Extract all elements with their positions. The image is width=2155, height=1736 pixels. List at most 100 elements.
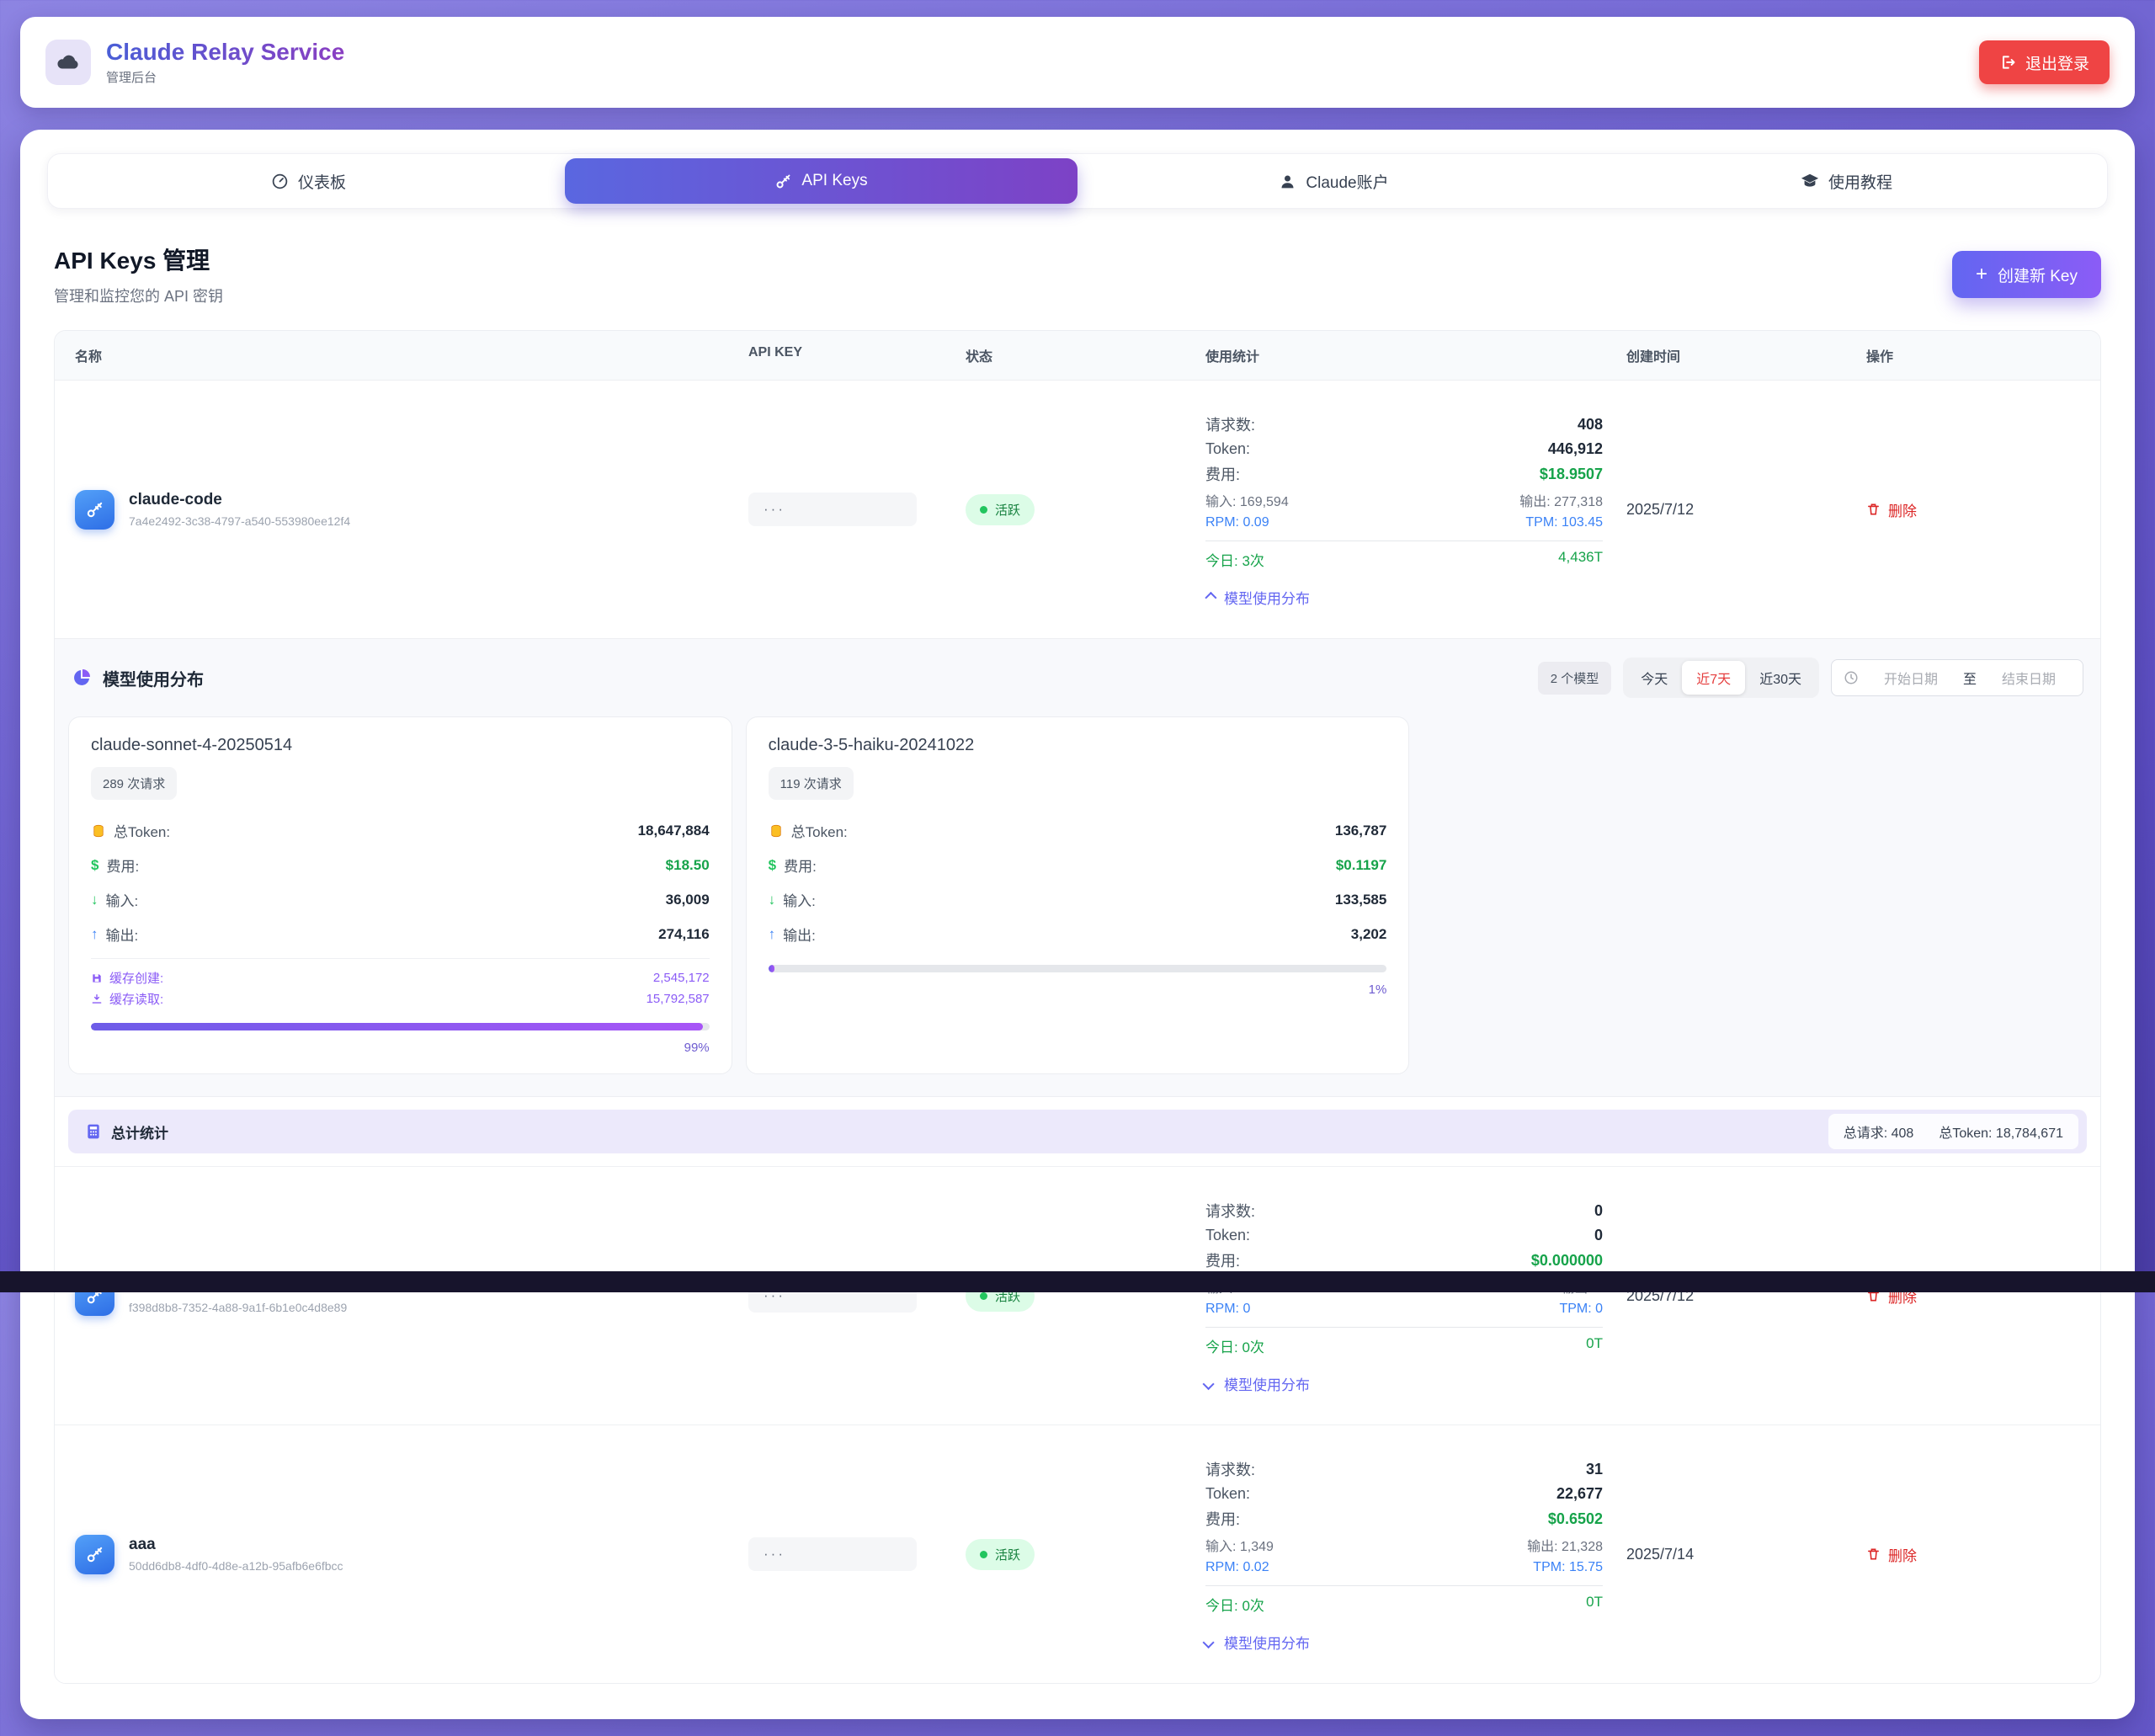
usage-stats: 请求数:0 Token:0 费用:$0.000000 输入: 0输出: 0 RP… [1205,1197,1603,1394]
gauge-icon [271,173,289,190]
toggle-model-distribution[interactable]: 模型使用分布 [1205,1632,1603,1653]
calculator-icon [85,1123,102,1140]
logout-button[interactable]: 退出登录 [1979,40,2110,84]
status-dot [980,506,987,514]
main-panel: 仪表板 API Keys Claude账户 使用教程 [20,130,2135,1719]
key-badge-icon [75,490,114,530]
arrow-up-icon: ↑ [91,926,98,943]
api-key-masked-field[interactable]: ··· [748,493,917,526]
key-name: aaa [129,1536,343,1554]
totals-bar: 总计统计 总请求: 408 总Token: 18,784,671 [68,1110,2087,1153]
key-name: claude-code [129,491,350,509]
arrow-down-icon: ↓ [91,892,98,908]
created-date: 2025/7/12 [1626,501,1866,519]
key-id: 50dd6db8-4df0-4d8e-a12b-95afb6e6fbcc [129,1559,343,1573]
col-header-status: 状态 [966,345,1205,365]
trash-icon [1866,1547,1881,1562]
total-tokens: 总Token: 18,784,671 [1939,1121,2063,1142]
date-filter-segmented: 今天 近7天 近30天 [1623,658,1819,698]
col-header-name: 名称 [75,345,748,365]
api-keys-table: 名称 API KEY 状态 使用统计 创建时间 操作 claude-code 7… [54,330,2101,1684]
usage-stats: 请求数:31 Token:22,677 费用:$0.6502 输入: 1,349… [1205,1456,1603,1653]
save-icon [91,972,103,984]
key-icon [774,173,792,190]
trash-icon [1866,502,1881,517]
logout-icon [1999,54,2016,71]
toggle-model-distribution[interactable]: 模型使用分布 [1205,1373,1603,1394]
usage-stats: 请求数:408 Token:446,912 费用:$18.9507 输入: 16… [1205,411,1603,608]
usage-progress-bar [91,1023,710,1030]
chevron-down-icon [1203,1636,1215,1648]
cloud-logo-icon [45,40,91,85]
date-end-input[interactable]: 结束日期 [1987,668,2071,688]
total-requests: 总请求: 408 [1844,1121,1914,1142]
filter-7d-button[interactable]: 近7天 [1682,661,1745,695]
coins-icon [769,823,784,839]
usage-progress-bar [769,965,1387,972]
app-header: Claude Relay Service 管理后台 退出登录 [20,17,2135,108]
plus-icon: + [1976,264,1987,285]
app-title: Claude Relay Service [106,39,344,66]
delete-button[interactable]: 删除 [1866,1544,1917,1565]
arrow-down-icon: ↓ [769,892,776,908]
model-card: claude-3-5-haiku-20241022 119 次请求 总Token… [746,716,1410,1074]
model-request-count: 119 次请求 [769,767,854,800]
key-id: 7a4e2492-3c38-4797-a540-553980ee12f4 [129,514,350,528]
status-badge: 活跃 [966,1539,1035,1570]
page-title: API Keys 管理 [54,242,223,276]
delete-button[interactable]: 删除 [1866,499,1917,520]
tab-claude-account[interactable]: Claude账户 [1078,158,1590,204]
chevron-down-icon [1203,1377,1215,1389]
pie-chart-icon [72,668,92,688]
page-head: API Keys 管理 管理和监控您的 API 密钥 + 创建新 Key [54,242,2101,306]
model-card: claude-sonnet-4-20250514 289 次请求 总Token:… [68,716,732,1074]
col-header-created: 创建时间 [1626,345,1866,365]
tab-dashboard[interactable]: 仪表板 [52,158,565,204]
page-bottom-strip [0,1271,2155,1292]
table-row: claude code f398d8b8-7352-4a88-9a1f-6b1e… [55,1166,2100,1424]
status-badge: 活跃 [966,494,1035,525]
coins-icon [91,823,106,839]
distribution-title: 模型使用分布 [103,666,204,690]
status-dot [980,1551,987,1558]
model-request-count: 289 次请求 [91,767,177,800]
date-range-picker[interactable]: 开始日期 至 结束日期 [1831,659,2083,696]
page-subtitle: 管理和监控您的 API 密钥 [54,285,223,306]
filter-30d-button[interactable]: 近30天 [1745,661,1816,695]
col-header-stats: 使用统计 [1205,345,1626,365]
toggle-model-distribution[interactable]: 模型使用分布 [1205,587,1603,608]
model-name: claude-sonnet-4-20250514 [91,736,710,755]
col-header-api-key: API KEY [748,345,966,365]
key-badge-icon [75,1535,114,1574]
model-distribution-panel: 模型使用分布 2 个模型 今天 近7天 近30天 [55,638,2100,1097]
arrow-up-icon: ↑ [769,926,776,943]
user-icon [1279,173,1296,190]
brand: Claude Relay Service 管理后台 [45,39,344,86]
table-header-row: 名称 API KEY 状态 使用统计 创建时间 操作 [55,331,2100,381]
model-count-badge: 2 个模型 [1538,662,1612,695]
page: Claude Relay Service 管理后台 退出登录 仪表板 [0,0,2155,1736]
table-row: aaa 50dd6db8-4df0-4d8e-a12b-95afb6e6fbcc… [55,1424,2100,1683]
tab-tutorial[interactable]: 使用教程 [1590,158,2103,204]
col-header-actions: 操作 [1866,345,2080,365]
key-id: f398d8b8-7352-4a88-9a1f-6b1e0c4d8e89 [129,1301,347,1314]
date-start-input[interactable]: 开始日期 [1869,668,1953,688]
status-dot [980,1292,987,1300]
table-row: claude-code 7a4e2492-3c38-4797-a540-5539… [55,381,2100,638]
api-key-masked-field[interactable]: ··· [748,1537,917,1571]
create-key-button[interactable]: + 创建新 Key [1952,251,2101,298]
model-name: claude-3-5-haiku-20241022 [769,736,1387,755]
usage-percent: 99% [91,1041,710,1055]
tab-api-keys[interactable]: API Keys [565,158,1078,204]
created-date: 2025/7/14 [1626,1546,1866,1563]
nav-tabs: 仪表板 API Keys Claude账户 使用教程 [47,153,2108,209]
totals-values: 总请求: 408 总Token: 18,784,671 [1828,1114,2078,1149]
chevron-up-icon [1205,591,1216,603]
filter-today-button[interactable]: 今天 [1626,661,1682,695]
graduation-cap-icon [1801,172,1819,190]
dollar-icon: $ [91,857,98,874]
app-subtitle: 管理后台 [106,68,344,86]
download-icon [91,993,103,1005]
dollar-icon: $ [769,857,776,874]
usage-percent: 1% [769,982,1387,997]
